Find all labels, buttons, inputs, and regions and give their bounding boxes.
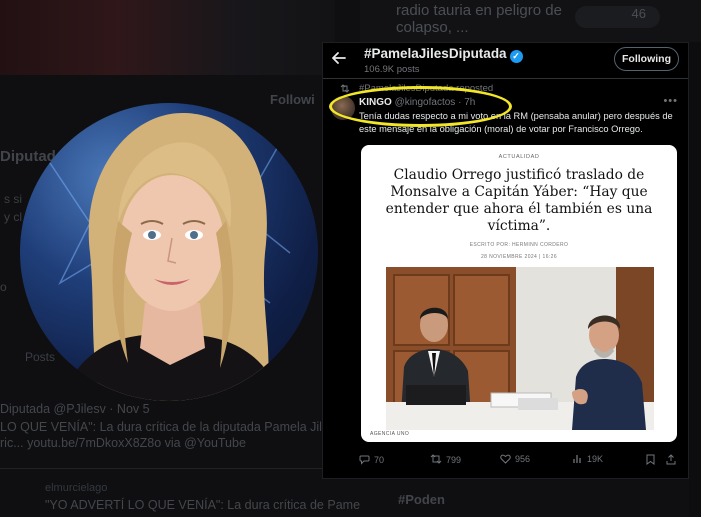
post-time[interactable]: · 7h (458, 97, 475, 108)
article-card[interactable]: ACTUALIDAD Claudio Orrego justificó tras… (361, 145, 677, 442)
like-count: 956 (515, 454, 531, 464)
author-name[interactable]: KINGO (359, 97, 392, 108)
article-section: ACTUALIDAD (498, 154, 540, 160)
bookmark-icon (646, 454, 655, 465)
background-post-text: LO QUE VENÍA": La dura crítica de la dip… (0, 420, 336, 434)
action-bar: 70 799 956 19K (323, 451, 688, 469)
background-post-author: elmurcielago (45, 482, 108, 494)
profile-avatar (20, 103, 318, 401)
views-count: 19K (587, 454, 604, 464)
article-date: 28 NOVIEMBRE 2024 | 16:26 (480, 254, 558, 260)
background-headline: radio tauria en peligro de colapso, ... (396, 2, 562, 36)
heart-icon (500, 454, 511, 464)
article-photo (386, 267, 654, 430)
background-banner-image (0, 0, 335, 75)
article-caption: AGENCIA UNO (370, 431, 410, 437)
author-line: KINGO @kingofactos · 7h (359, 97, 475, 108)
tweet-text: Tenía dudas respecto a mi voto en la RM … (359, 111, 673, 134)
background-post-text: ric... youtu.be/7mDkoxX8Z8o via @YouTube (0, 436, 246, 450)
background-post-text: "YO ADVERTÍ LO QUE VENÍA": La dura críti… (45, 498, 361, 512)
share-button[interactable] (666, 454, 676, 465)
repost-button[interactable]: 799 (430, 454, 461, 465)
repost-icon (430, 454, 442, 464)
background-pill (575, 6, 660, 28)
page-title: #PamelaJilesDiputada ✓ (364, 46, 523, 63)
repost-small-icon (340, 84, 350, 93)
more-options-icon[interactable]: ••• (663, 95, 678, 107)
views-chart-icon (573, 455, 581, 463)
background-post-author: Diputada @PJilesv · Nov 5 (0, 402, 150, 416)
post-count: 106.9K posts (364, 64, 420, 75)
background-hashtag: #Poden (398, 492, 445, 507)
verified-badge-icon: ✓ (509, 50, 523, 63)
panel-header: #PamelaJilesDiputada ✓ 106.9K posts Follo… (323, 43, 688, 79)
bookmark-button[interactable] (646, 454, 655, 465)
article-title: Claudio Orrego justificó traslado de Mon… (385, 167, 653, 234)
share-icon (666, 454, 676, 465)
back-arrow-icon[interactable] (330, 49, 348, 67)
author-avatar[interactable] (331, 96, 355, 120)
divider (323, 78, 688, 79)
post-handle: @PJilesv · Nov 5 (53, 402, 150, 416)
like-button[interactable]: 956 (500, 454, 530, 464)
following-button[interactable]: Following (614, 47, 679, 71)
post-author-name: Diputada (0, 402, 51, 416)
views-button[interactable]: 19K (573, 454, 603, 464)
reply-count: 70 (374, 454, 385, 465)
hashtag-title: #PamelaJilesDiputada (364, 46, 507, 61)
background-location: o (0, 280, 7, 294)
repost-count: 799 (446, 454, 462, 465)
reply-button[interactable]: 70 (359, 454, 384, 465)
repost-label[interactable]: #PamelaJilesDiputada reposted (359, 83, 493, 94)
background-count: 46 (631, 6, 646, 21)
author-handle[interactable]: @kingofactos (395, 97, 456, 108)
background-edge (689, 42, 701, 517)
reply-icon (359, 455, 370, 465)
article-byline: ESCRITO POR: HERMINN CORDERO (469, 242, 569, 248)
tweet-panel: #PamelaJilesDiputada ✓ 106.9K posts Follo… (322, 42, 689, 479)
